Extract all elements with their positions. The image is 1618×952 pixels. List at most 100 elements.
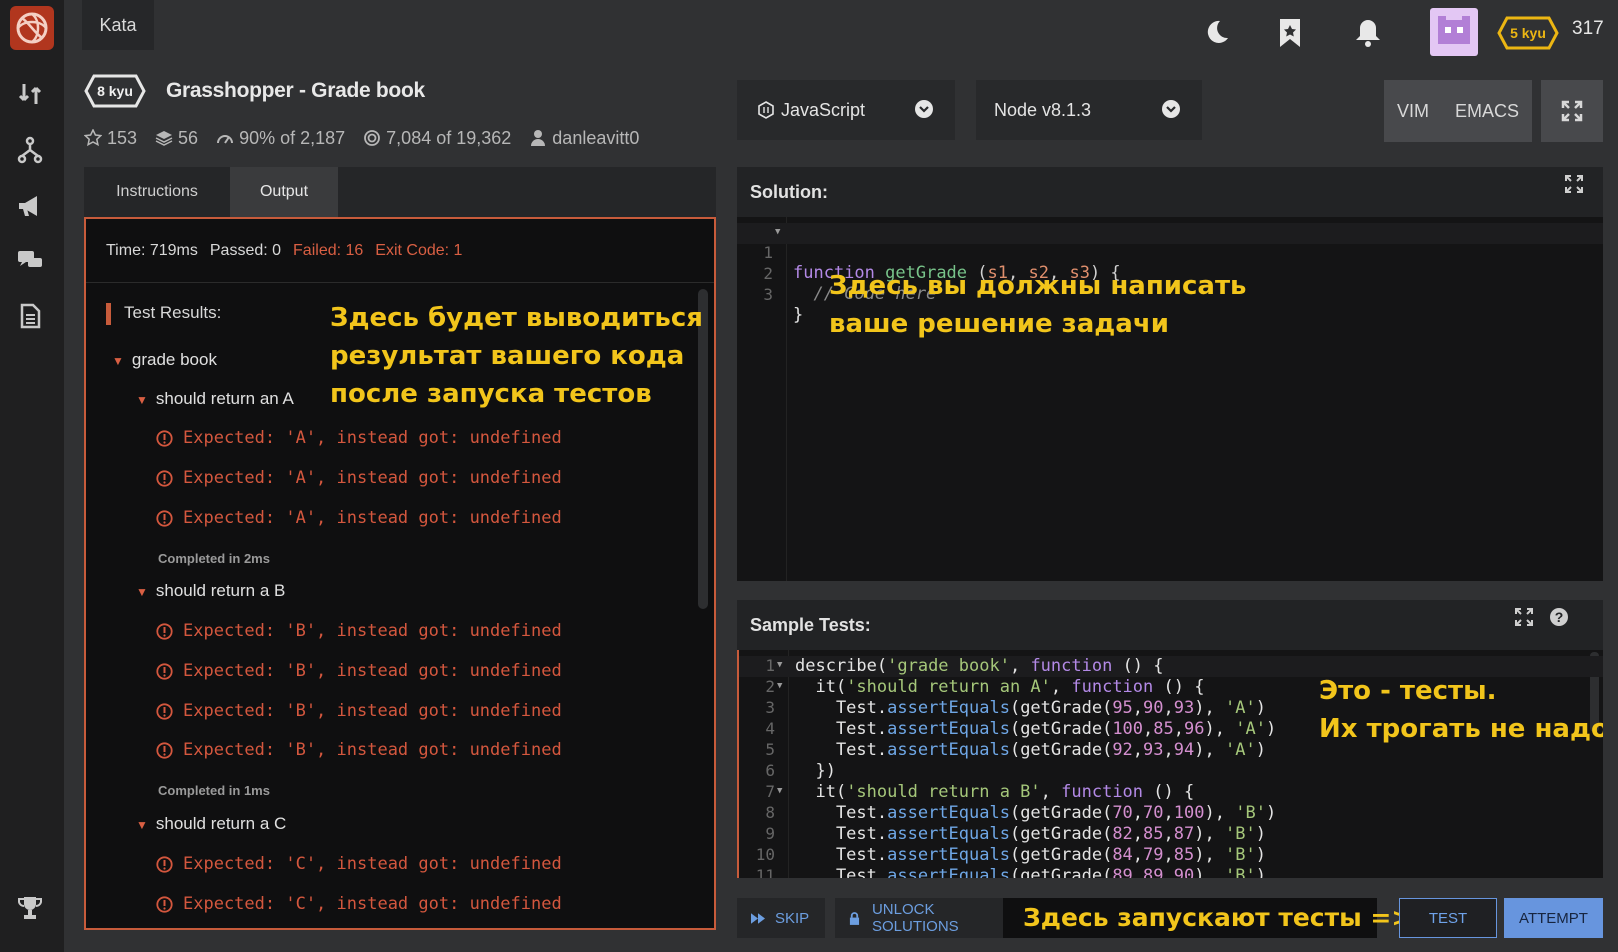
satisfaction-stat: 90% of 2,187 <box>216 128 345 149</box>
line-number: 9 <box>765 824 775 843</box>
fullscreen-button[interactable] <box>1541 80 1603 142</box>
error-icon <box>156 895 173 913</box>
chat-icon[interactable] <box>14 244 46 276</box>
honor-count: 317 <box>1572 18 1604 39</box>
rank-badge[interactable]: 5 kyu <box>1497 16 1559 50</box>
annotation-line: после запуска тестов <box>330 379 652 409</box>
codewars-logo[interactable] <box>10 6 54 50</box>
solution-title: Solution: <box>750 181 828 202</box>
completed-time: Completed in 2ms <box>158 551 270 566</box>
kata-tab[interactable]: Kata <box>82 0 154 50</box>
sidebar <box>0 0 64 952</box>
bookmark-icon[interactable] <box>1274 16 1306 50</box>
skip-label: SKIP <box>775 909 810 927</box>
test-error: Expected: 'B', instead got: undefined <box>156 661 562 681</box>
moon-icon[interactable] <box>1200 16 1232 48</box>
error-icon <box>156 662 173 680</box>
code-text: Test.assertEquals(getGrade(100,85,96), '… <box>795 719 1277 739</box>
expand-icon[interactable] <box>1515 608 1533 626</box>
fork-icon[interactable] <box>14 134 46 166</box>
chevron-down-icon <box>1162 100 1180 118</box>
test-error: Expected: 'B', instead got: undefined <box>156 740 562 760</box>
test-case[interactable]: ▼ should return a C <box>136 814 286 834</box>
document-icon[interactable] <box>14 300 46 332</box>
annotation-line: Это - тесты. <box>1319 676 1497 706</box>
solution-editor[interactable]: 1 ▼ function getGrade (s1, s2, s3) { 2 //… <box>737 217 1603 581</box>
language-select[interactable]: JavaScript <box>737 80 955 140</box>
run-hint-box: Здесь запускают тесты => <box>1003 898 1412 938</box>
logo-icon <box>16 12 48 44</box>
test-button[interactable]: TEST <box>1399 898 1497 938</box>
error-icon <box>156 429 173 447</box>
avatar[interactable] <box>1430 8 1478 56</box>
lock-icon <box>849 911 860 925</box>
code-line: 2 // Code here <box>737 244 1603 304</box>
test-case[interactable]: ▼ should return a B <box>136 581 285 601</box>
star-icon <box>84 129 102 147</box>
results-marker <box>106 303 111 325</box>
test-error: Expected: 'A', instead got: undefined <box>156 508 562 528</box>
code-text: Test.assertEquals(getGrade(70,70,100), '… <box>795 803 1277 823</box>
error-icon <box>156 509 173 527</box>
line-number: 1 <box>765 656 775 675</box>
code-line: 10 Test.assertEquals(getGrade(84,79,85),… <box>739 845 1603 866</box>
unlock-solutions-button[interactable]: UNLOCK SOLUTIONS <box>835 898 1025 938</box>
bell-icon[interactable] <box>1352 16 1384 50</box>
code-text: describe('grade book', function () { <box>795 656 1164 676</box>
code-text: it('should return a B', function () { <box>795 782 1195 802</box>
runtime-label: Node v8.1.3 <box>994 99 1092 120</box>
error-icon <box>156 741 173 759</box>
tests-annotation: Это - тесты. Их трогать не надо! <box>1319 672 1603 748</box>
practice-icon[interactable] <box>14 78 46 110</box>
help-icon[interactable]: ? <box>1549 607 1569 627</box>
output-panel: Time: 719ms Passed: 0 Failed: 16 Exit Co… <box>84 217 716 930</box>
code-text: Test.assertEquals(getGrade(92,93,94), 'A… <box>795 740 1266 760</box>
test-name: should return a B <box>155 581 286 600</box>
attempt-button[interactable]: ATTEMPT <box>1504 898 1603 938</box>
collections-stat[interactable]: 56 <box>155 128 198 149</box>
run-annotation: Здесь запускают тесты => <box>1023 903 1413 932</box>
annotation-line: Здесь вы должны написать <box>829 271 1247 301</box>
line-number: 3 <box>763 285 773 304</box>
error-message: Expected: 'B', instead got: undefined <box>183 621 562 641</box>
time-stat: Time: 719ms <box>106 241 198 259</box>
chevron-down-icon <box>915 100 933 118</box>
error-message: Expected: 'A', instead got: undefined <box>183 428 562 448</box>
stars-stat[interactable]: 153 <box>84 128 137 149</box>
line-number: 6 <box>765 761 775 780</box>
caret-down-icon: ▼ <box>112 354 124 368</box>
megaphone-icon[interactable] <box>14 190 46 222</box>
test-error: Expected: 'B', instead got: undefined <box>156 701 562 721</box>
line-number: 2 <box>765 677 775 696</box>
tab-instructions[interactable]: Instructions <box>84 167 230 217</box>
code-text: Test.assertEquals(getGrade(82,85,87), 'B… <box>795 824 1266 844</box>
emacs-button[interactable]: EMACS <box>1455 101 1519 122</box>
skip-button[interactable]: SKIP <box>737 898 825 938</box>
fold-arrow-icon[interactable]: ▼ <box>777 681 782 691</box>
trophy-icon[interactable] <box>14 892 46 924</box>
test-case[interactable]: ▼ should return an A <box>136 389 294 409</box>
annotation-line: ваше решение задачи <box>829 309 1169 339</box>
expand-icon[interactable] <box>1565 175 1583 193</box>
solution-annotation: Здесь вы должны написать ваше решение за… <box>829 267 1247 343</box>
test-group[interactable]: ▼ grade book <box>112 350 217 370</box>
fold-arrow-icon[interactable]: ▼ <box>775 227 780 237</box>
tab-output[interactable]: Output <box>230 167 338 217</box>
runtime-select[interactable]: Node v8.1.3 <box>976 80 1202 140</box>
error-message: Expected: 'B', instead got: undefined <box>183 661 562 681</box>
vim-button[interactable]: VIM <box>1397 101 1429 122</box>
error-icon <box>156 855 173 873</box>
left-tabs: Instructions Output <box>84 167 716 217</box>
code-text: Test.assertEquals(getGrade(89,89,90), 'B… <box>795 866 1266 878</box>
kata-header: 8 kyu Grasshopper - Grade book <box>84 72 425 110</box>
author-stat[interactable]: danleavitt0 <box>529 128 639 149</box>
passed-stat: Passed: 0 <box>209 241 282 259</box>
fold-arrow-icon[interactable]: ▼ <box>777 786 782 796</box>
code-line: 7 ▼ it('should return a B', function () { <box>739 782 1603 803</box>
satisfaction-value: 90% of 2,187 <box>239 127 346 148</box>
sample-tests-editor[interactable]: 1 ▼ describe('grade book', function () { 2… <box>737 650 1603 878</box>
fold-arrow-icon[interactable]: ▼ <box>777 660 782 670</box>
kata-title: Grasshopper - Grade book <box>166 79 425 102</box>
user-icon <box>531 130 546 146</box>
code-text: Test.assertEquals(getGrade(84,79,85), 'B… <box>795 845 1266 865</box>
